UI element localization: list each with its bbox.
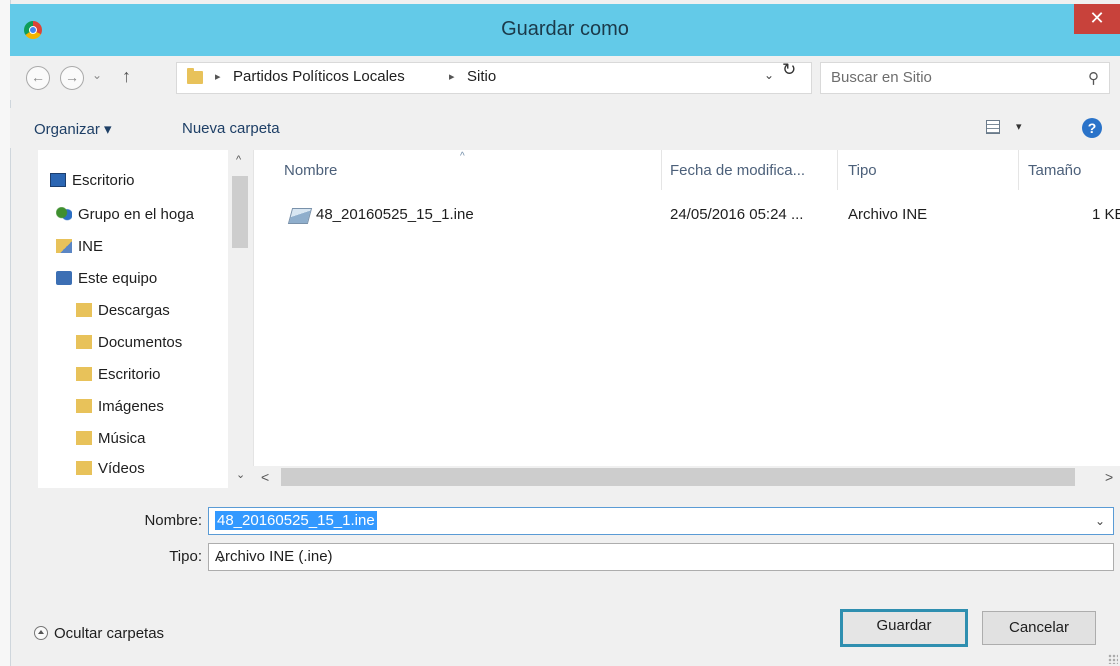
organize-menu[interactable]: Organizar ▾ <box>34 120 112 138</box>
sidebar-item-label: Escritorio <box>72 172 135 189</box>
hide-folders-link[interactable]: Ocultar carpetas <box>54 625 164 642</box>
scroll-down-icon[interactable]: ⌄ <box>236 468 245 481</box>
sidebar-item-label: Documentos <box>98 334 183 351</box>
videos-folder-icon <box>76 461 92 475</box>
save-as-dialog: Guardar como ✕ ← → ⌄ ↑ ▸ Partidos Políti… <box>0 0 1120 666</box>
music-folder-icon <box>76 431 92 445</box>
title-bar[interactable]: Guardar como ✕ <box>10 4 1120 56</box>
scroll-left-icon[interactable]: < <box>261 469 269 485</box>
file-name-value: 48_20160525_15_1.ine <box>215 511 377 530</box>
file-name-field[interactable]: 48_20160525_15_1.ine ⌄ <box>208 507 1114 535</box>
file-type-select[interactable]: Archivo INE (.ine) ⌄ <box>208 543 1114 571</box>
breadcrumb-separator: ▸ <box>215 71 221 83</box>
search-input[interactable]: Buscar en Sitio ⚲ <box>820 62 1110 94</box>
ine-file-icon <box>287 208 313 224</box>
file-name: 48_20160525_15_1.ine <box>316 206 474 223</box>
computer-icon <box>56 271 72 285</box>
back-button[interactable]: ← <box>26 66 50 90</box>
desktop-folder-icon <box>76 367 92 381</box>
homegroup-icon <box>56 207 72 221</box>
pictures-folder-icon <box>76 399 92 413</box>
downloads-folder-icon <box>76 303 92 317</box>
column-divider[interactable] <box>837 150 838 190</box>
recent-locations-icon[interactable]: ⌄ <box>92 68 102 82</box>
scroll-right-icon[interactable]: > <box>1105 469 1113 485</box>
new-folder-button[interactable]: Nueva carpeta <box>182 120 280 137</box>
command-bar: Organizar ▾ Nueva carpeta ▾ ? <box>10 108 1120 148</box>
address-dropdown-icon[interactable]: ⌄ <box>764 68 774 82</box>
window-title: Guardar como <box>501 18 629 40</box>
desktop-icon <box>50 173 66 187</box>
view-options-icon[interactable] <box>986 120 1000 134</box>
folder-icon <box>187 68 203 84</box>
scrollbar-thumb[interactable] <box>281 468 1075 486</box>
view-dropdown-icon[interactable]: ▾ <box>1016 120 1022 133</box>
sidebar-item-label: Grupo en el hoga <box>78 206 194 223</box>
save-button[interactable]: Guardar <box>840 609 968 647</box>
column-divider[interactable] <box>661 150 662 190</box>
file-type: Archivo INE <box>848 206 928 223</box>
hide-folders-icon[interactable] <box>34 626 48 640</box>
cancel-button[interactable]: Cancelar <box>982 611 1096 645</box>
scroll-up-icon[interactable]: ^ <box>236 154 241 166</box>
sidebar-item-label: Vídeos <box>98 460 145 477</box>
sort-ascending-icon: ^ <box>460 151 465 162</box>
up-button[interactable]: ↑ <box>122 66 131 87</box>
refresh-icon[interactable]: ↻ <box>782 60 796 80</box>
sidebar-item-label: Escritorio <box>98 366 161 383</box>
file-list[interactable]: ^ Nombre Fecha de modifica... Tipo Tamañ… <box>253 150 1120 488</box>
search-icon[interactable]: ⚲ <box>1088 69 1099 87</box>
column-header-type[interactable]: Tipo <box>848 162 877 179</box>
breadcrumb-separator: ▸ <box>449 71 455 83</box>
help-icon[interactable]: ? <box>1082 118 1102 138</box>
sidebar-item-label: Descargas <box>98 302 170 319</box>
documents-folder-icon <box>76 335 92 349</box>
column-header-name[interactable]: Nombre <box>284 162 337 179</box>
scrollbar-thumb[interactable] <box>232 176 248 248</box>
user-folder-icon <box>56 239 72 253</box>
close-button[interactable]: ✕ <box>1074 4 1120 34</box>
type-label: Tipo: <box>169 548 202 565</box>
column-divider[interactable] <box>1018 150 1019 190</box>
breadcrumb-partidos[interactable]: Partidos Políticos Locales <box>233 68 405 85</box>
resize-grip[interactable] <box>1108 654 1118 664</box>
breadcrumb-sitio[interactable]: Sitio <box>467 68 496 85</box>
forward-button[interactable]: → <box>60 66 84 90</box>
name-label: Nombre: <box>144 512 202 529</box>
column-header-date[interactable]: Fecha de modifica... <box>670 162 805 179</box>
navigation-scrollbar[interactable]: ^ ⌄ <box>228 150 252 488</box>
chevron-down-icon[interactable]: ⌄ <box>1095 514 1105 528</box>
sidebar-item-label: Imágenes <box>98 398 164 415</box>
address-row: ← → ⌄ ↑ ▸ Partidos Políticos Locales ▸ S… <box>10 56 1120 100</box>
chevron-down-icon[interactable]: ⌄ <box>215 548 1105 566</box>
file-size: 1 KB <box>1092 206 1120 223</box>
navigation-pane[interactable]: Escritorio Grupo en el hoga INE Este equ… <box>38 150 252 488</box>
column-header-size[interactable]: Tamaño <box>1028 162 1081 179</box>
sidebar-item-label: Este equipo <box>78 270 158 287</box>
file-date: 24/05/2016 05:24 ... <box>670 206 804 223</box>
search-placeholder: Buscar en Sitio <box>831 69 932 86</box>
address-bar[interactable]: ▸ Partidos Políticos Locales ▸ Sitio <box>176 62 812 94</box>
sidebar-item-label: Música <box>98 430 146 447</box>
file-list-hscrollbar[interactable]: < > <box>253 466 1120 488</box>
sidebar-item-label: INE <box>78 238 104 255</box>
